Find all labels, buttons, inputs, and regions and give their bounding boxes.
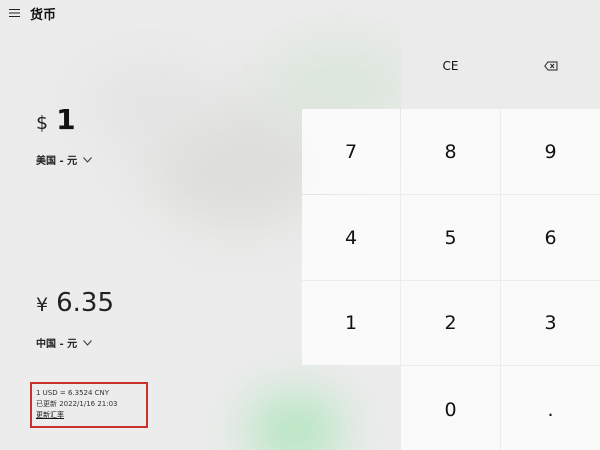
digit-3-button[interactable]: 3 xyxy=(501,281,600,365)
from-currency-symbol: $ xyxy=(36,112,49,134)
update-rates-link[interactable]: 更新汇率 xyxy=(36,410,146,421)
backspace-button[interactable] xyxy=(501,24,600,108)
digit-7-button[interactable]: 7 xyxy=(302,109,400,194)
digit-0-button[interactable]: 0 xyxy=(401,366,500,450)
to-amount-value: 6.35 xyxy=(56,288,114,318)
exchange-rate-info: 1 USD = 6.3524 CNY 已更新 2022/1/16 21:03 更… xyxy=(30,382,148,428)
backdrop-blur xyxy=(80,60,220,150)
from-amount-display[interactable]: $ 1 xyxy=(36,103,76,136)
to-currency-label: 中国 - 元 xyxy=(36,339,78,350)
from-currency-dropdown[interactable]: 美国 - 元 xyxy=(36,152,92,167)
keypad-spacer xyxy=(302,366,400,450)
digit-9-button[interactable]: 9 xyxy=(501,109,600,194)
digit-6-button[interactable]: 6 xyxy=(501,195,600,280)
clear-entry-button[interactable]: CE xyxy=(401,24,500,108)
to-currency-dropdown[interactable]: 中国 - 元 xyxy=(36,335,92,350)
from-currency-label: 美国 - 元 xyxy=(36,156,78,167)
decimal-point-button[interactable]: . xyxy=(501,366,600,450)
to-currency-symbol: ¥ xyxy=(36,294,49,316)
digit-8-button[interactable]: 8 xyxy=(401,109,500,194)
title-bar: 货币 xyxy=(0,0,300,26)
keypad-spacer xyxy=(302,24,400,108)
last-updated-text: 已更新 2022/1/16 21:03 xyxy=(36,400,118,408)
app-title: 货币 xyxy=(30,7,57,23)
from-amount-value: 1 xyxy=(56,103,76,136)
digit-5-button[interactable]: 5 xyxy=(401,195,500,280)
backspace-icon xyxy=(543,61,557,71)
digit-4-button[interactable]: 4 xyxy=(302,195,400,280)
hamburger-menu-icon[interactable] xyxy=(0,1,28,25)
exchange-rate-text: 1 USD = 6.3524 CNY xyxy=(36,389,110,397)
to-amount-display[interactable]: ¥ 6.35 xyxy=(36,288,114,318)
chevron-down-icon xyxy=(83,339,92,346)
digit-1-button[interactable]: 1 xyxy=(302,281,400,365)
keypad: CE 7 8 9 4 5 6 1 2 3 0 . xyxy=(302,24,600,450)
digit-2-button[interactable]: 2 xyxy=(401,281,500,365)
chevron-down-icon xyxy=(83,156,92,163)
